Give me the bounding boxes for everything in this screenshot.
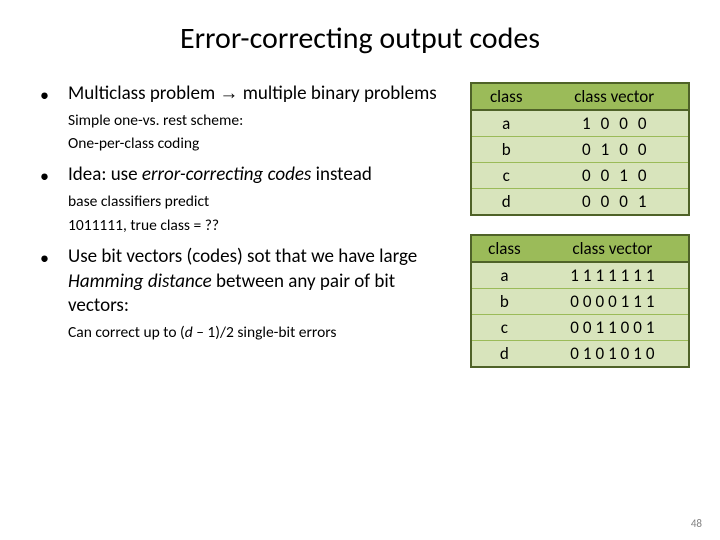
cell: d bbox=[471, 341, 537, 368]
table-ecc: class class vector a1111111 b0000111 c00… bbox=[470, 234, 690, 368]
text: multiple binary problems bbox=[238, 82, 436, 105]
cell: 0011001 bbox=[537, 315, 689, 341]
table-row: d0001 bbox=[471, 189, 689, 216]
table-header-row: class class vector bbox=[471, 235, 689, 262]
cell: b bbox=[471, 137, 540, 163]
cell: a bbox=[471, 262, 537, 289]
cell: 0001 bbox=[540, 189, 689, 216]
text: Use bit vectors (codes) sot that we have… bbox=[68, 245, 417, 268]
text: Can correct up to ( bbox=[68, 323, 185, 342]
right-column: class class vector a1000 b0100 c0010 d00… bbox=[470, 82, 690, 386]
bullet-icon: • bbox=[40, 82, 68, 157]
bullet-3-main: Use bit vectors (codes) sot that we have… bbox=[68, 245, 455, 319]
text: – 1)/2 single-bit errors bbox=[193, 323, 337, 342]
table-header: class bbox=[471, 83, 540, 110]
bullet-2-main: Idea: use error-correcting codes instead bbox=[68, 163, 455, 188]
bullet-1-sub2: One-per-class coding bbox=[68, 134, 455, 153]
bullet-3: • Use bit vectors (codes) sot that we ha… bbox=[40, 245, 455, 346]
slide-title: Error-correcting output codes bbox=[0, 0, 720, 82]
cell: 0000111 bbox=[537, 289, 689, 315]
text-em: d bbox=[185, 323, 193, 342]
page-number: 48 bbox=[691, 517, 702, 530]
cell: d bbox=[471, 189, 540, 216]
bullet-2: • Idea: use error-correcting codes inste… bbox=[40, 163, 455, 238]
table-one-per-class: class class vector a1000 b0100 c0010 d00… bbox=[470, 82, 690, 216]
cell: 0101010 bbox=[537, 341, 689, 368]
table-row: a1111111 bbox=[471, 262, 689, 289]
content-area: • Multiclass problem → multiple binary p… bbox=[0, 82, 720, 386]
table-row: d0101010 bbox=[471, 341, 689, 368]
table-row: c0010 bbox=[471, 163, 689, 189]
cell: c bbox=[471, 163, 540, 189]
bullet-3-sub: Can correct up to (d – 1)/2 single-bit e… bbox=[68, 323, 455, 342]
arrow-icon: → bbox=[219, 83, 238, 104]
cell: 1111111 bbox=[537, 262, 689, 289]
text: Idea: use bbox=[68, 163, 142, 186]
cell: a bbox=[471, 110, 540, 137]
table-header: class vector bbox=[540, 83, 689, 110]
bullet-icon: • bbox=[40, 245, 68, 346]
table-row: a1000 bbox=[471, 110, 689, 137]
cell: 0010 bbox=[540, 163, 689, 189]
cell: 0100 bbox=[540, 137, 689, 163]
cell: c bbox=[471, 315, 537, 341]
left-column: • Multiclass problem → multiple binary p… bbox=[40, 82, 470, 386]
table-header: class bbox=[471, 235, 537, 262]
bullet-2-sub1: base classifiers predict bbox=[68, 192, 455, 211]
cell: b bbox=[471, 289, 537, 315]
text-em: error-correcting codes bbox=[142, 163, 311, 186]
bullet-1-main: Multiclass problem → multiple binary pro… bbox=[68, 82, 455, 107]
text: Multiclass problem bbox=[68, 82, 219, 105]
table-row: c0011001 bbox=[471, 315, 689, 341]
cell: 1000 bbox=[540, 110, 689, 137]
bullet-2-sub2: 1011111, true class = ?? bbox=[68, 216, 455, 235]
text: instead bbox=[311, 163, 372, 186]
bullet-icon: • bbox=[40, 163, 68, 238]
table-row: b0000111 bbox=[471, 289, 689, 315]
table-header-row: class class vector bbox=[471, 83, 689, 110]
text-em: Hamming distance bbox=[68, 270, 212, 293]
table-row: b0100 bbox=[471, 137, 689, 163]
bullet-1: • Multiclass problem → multiple binary p… bbox=[40, 82, 455, 157]
bullet-1-sub1: Simple one-vs. rest scheme: bbox=[68, 111, 455, 130]
table-header: class vector bbox=[537, 235, 689, 262]
